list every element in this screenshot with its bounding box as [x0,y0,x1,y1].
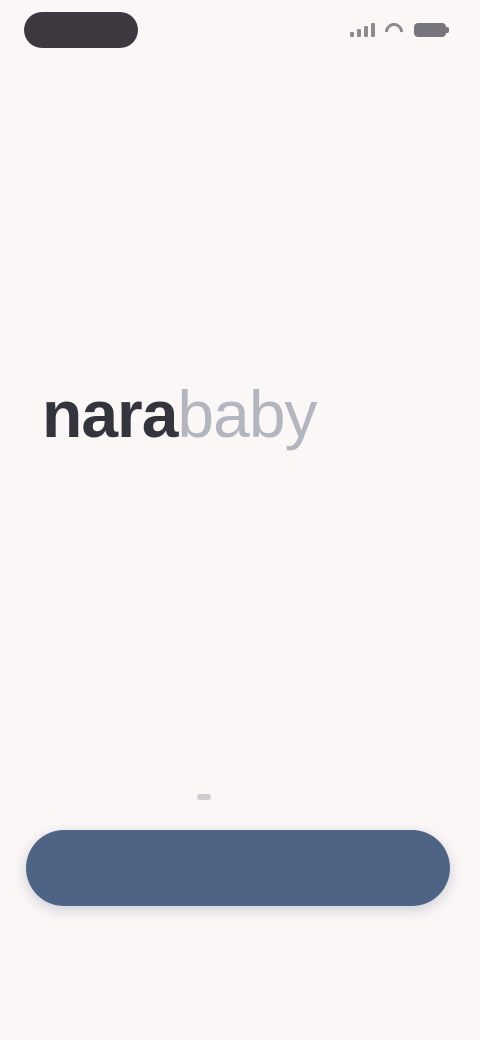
wifi-icon [384,22,406,38]
signal-bar [357,29,361,37]
footer-text [80,930,400,954]
signal-bar [350,32,354,37]
primary-action-button[interactable] [26,830,450,906]
battery-icon [414,23,449,37]
status-icons [350,20,449,40]
logo-strong-text: nara [42,377,178,451]
signal-bar [364,26,368,37]
status-time-pill [24,12,138,48]
decorative-dot [197,794,211,800]
status-bar [0,0,480,64]
signal-bar [371,23,375,37]
signal-icon [350,23,376,37]
welcome-screen: nara baby [0,0,480,1040]
app-logo: nara baby [42,368,438,460]
logo-light-text: baby [177,377,317,451]
